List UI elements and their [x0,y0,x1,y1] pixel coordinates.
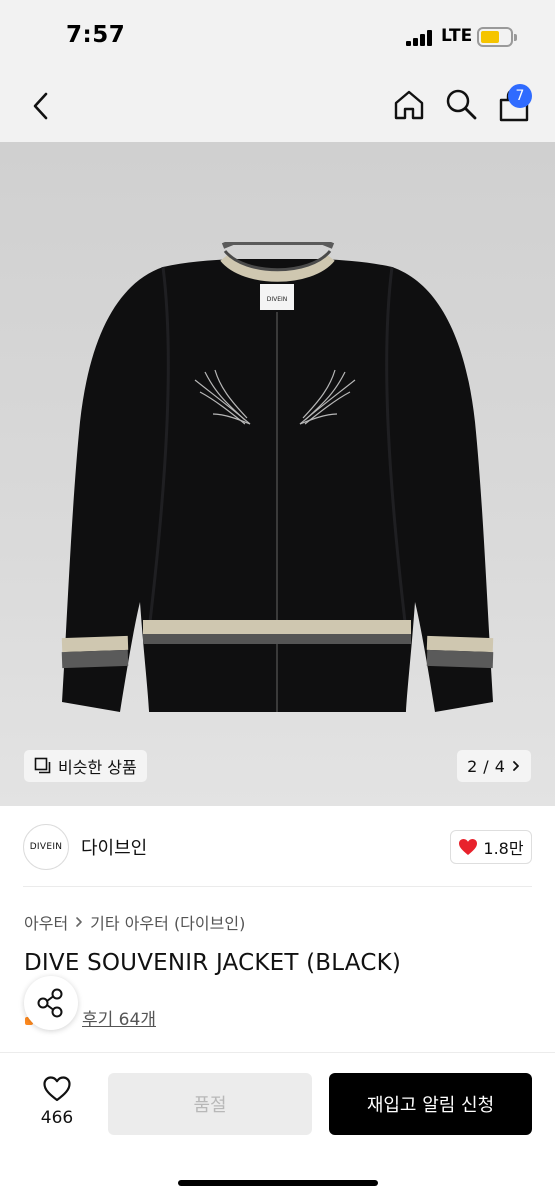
breadcrumb: 아우터 기타 아우터 (다이브인) [24,910,245,934]
pager-total: 4 [494,756,505,776]
brand-like-button[interactable]: 1.8만 [450,830,532,864]
similar-products-button[interactable]: 비슷한 상품 [24,750,147,782]
brand-like-count: 1.8만 [483,839,524,858]
brand-row[interactable]: DIVEIN 다이브인 1.8만 [0,806,555,886]
share-icon [37,988,63,1018]
jacket-image: DIVEIN [61,242,494,712]
similar-products-label: 비슷한 상품 [58,758,137,777]
image-pager[interactable]: 2 / 4 [457,750,531,782]
search-icon[interactable] [444,87,478,121]
divider [23,886,532,887]
product-image[interactable]: DIVEIN [0,142,555,806]
breadcrumb-item[interactable]: 기타 아우터 (다이브인) [90,910,245,934]
brand-logo[interactable]: DIVEIN [23,824,69,870]
chevron-right-icon [76,917,82,927]
pager-separator: / [483,756,489,776]
bottom-action-bar: 466 품절 재입고 알림 신청 [0,1053,555,1200]
status-time: 7:57 [66,22,126,48]
battery-icon [477,27,517,47]
cart-count-badge: 7 [508,84,532,108]
heart-outline-icon [43,1076,71,1102]
product-title: DIVE SOUVENIR JACKET (BLACK) [24,950,402,976]
similar-icon [34,757,51,774]
breadcrumb-item[interactable]: 아우터 [24,910,68,934]
pager-current: 2 [467,756,478,776]
heart-filled-icon [459,839,478,855]
brand-name[interactable]: 다이브인 [81,834,147,860]
back-icon[interactable] [26,88,56,124]
signal-icon [406,30,436,46]
soldout-button: 품절 [108,1073,312,1135]
jacket-label: DIVEIN [267,296,288,303]
status-bar: 7:57 LTE [0,0,555,72]
network-label: LTE [441,26,473,46]
home-indicator [178,1180,378,1186]
wishlist-button[interactable] [30,1075,84,1107]
top-nav [0,72,555,142]
restock-alert-button[interactable]: 재입고 알림 신청 [329,1073,532,1135]
share-button[interactable] [24,976,78,1030]
reviews-link[interactable]: 후기 64개 [82,1005,156,1030]
home-icon[interactable] [391,87,427,123]
chevron-right-icon [512,761,519,771]
wishlist-count: 466 [40,1108,74,1128]
